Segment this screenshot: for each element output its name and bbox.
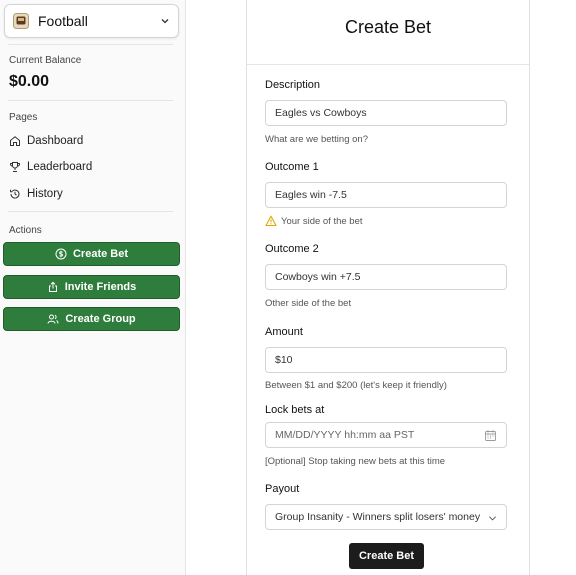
create-bet-label: Create Bet — [72, 248, 129, 260]
trophy-icon — [9, 162, 21, 172]
lock-label: Lock bets at — [265, 404, 325, 416]
invite-friends-button[interactable]: Invite Friends — [3, 275, 180, 299]
amount-label: Amount — [265, 326, 303, 338]
group-name: Football — [38, 13, 88, 29]
description-hint: What are we betting on? — [265, 134, 368, 145]
card-title: Create Bet — [344, 17, 432, 37]
nav-item-dashboard[interactable]: Dashboard — [9, 131, 83, 151]
payout-selected: Group Insanity - Winners split losers' m… — [275, 511, 481, 523]
football-team-icon — [13, 13, 29, 29]
share-icon — [48, 281, 57, 292]
amount-hint: Between $1 and $200 (let's keep it frien… — [265, 380, 447, 391]
home-icon — [10, 136, 20, 146]
nav-item-history[interactable]: History — [9, 184, 63, 204]
nav-item-label: Dashboard — [27, 135, 84, 147]
chevron-down-icon — [489, 516, 496, 521]
dollar-circle-icon — [55, 248, 67, 260]
actions-label: Actions — [9, 225, 42, 236]
divider — [247, 64, 529, 65]
outcome2-label: Outcome 2 — [265, 243, 319, 255]
payout-label: Payout — [265, 483, 300, 495]
outcome1-label: Outcome 1 — [265, 161, 319, 173]
main-content: Create Bet Description Eagles vs Cowboys… — [186, 0, 576, 575]
nav-item-label: Leaderboard — [27, 161, 93, 173]
divider — [8, 100, 173, 101]
outcome1-hint-text: Your side of the bet — [281, 215, 363, 227]
amount-input[interactable]: $10 — [265, 347, 507, 373]
nav-item-leaderboard[interactable]: Leaderboard — [9, 157, 92, 177]
outcome1-hint: Your side of the bet — [265, 215, 363, 227]
create-bet-card: Create Bet Description Eagles vs Cowboys… — [246, 0, 530, 575]
history-icon — [10, 189, 20, 199]
invite-friends-label: Invite Friends — [64, 281, 137, 293]
chevron-down-icon — [161, 19, 169, 24]
outcome1-input[interactable]: Eagles win -7.5 — [265, 182, 507, 208]
payout-select[interactable]: Group Insanity - Winners split losers' m… — [265, 504, 507, 530]
users-icon — [47, 314, 59, 324]
pages-label: Pages — [9, 112, 38, 123]
create-group-label: Create Group — [65, 313, 136, 325]
outcome2-input[interactable]: Cowboys win +7.5 — [265, 264, 507, 290]
calendar-icon[interactable] — [485, 430, 496, 441]
create-bet-button[interactable]: Create Bet — [3, 242, 180, 266]
lock-hint: [Optional] Stop taking new bets at this … — [265, 456, 446, 467]
create-bet-submit-button[interactable]: Create Bet — [349, 543, 424, 569]
outcome2-hint: Other side of the bet — [265, 298, 352, 309]
lock-datetime-input[interactable]: MM/DD/YYYY hh:mm aa PST — [265, 422, 507, 448]
description-label: Description — [265, 79, 321, 91]
divider — [8, 211, 173, 212]
balance-value: $0.00 — [9, 73, 50, 90]
nav-item-label: History — [27, 188, 63, 200]
description-input[interactable]: Eagles vs Cowboys — [265, 100, 507, 126]
balance-label: Current Balance — [9, 55, 82, 66]
create-group-button[interactable]: Create Group — [3, 307, 180, 331]
sidebar: Football Current Balance $0.00 Pages Das… — [0, 0, 186, 575]
lock-placeholder: MM/DD/YYYY hh:mm aa PST — [275, 429, 415, 441]
group-selector[interactable]: Football — [4, 4, 179, 38]
warning-icon — [265, 215, 277, 227]
divider — [8, 44, 173, 45]
